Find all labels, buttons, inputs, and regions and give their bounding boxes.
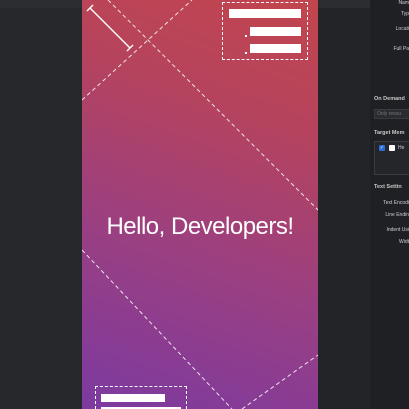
text-line-bar <box>229 9 301 18</box>
canvas-gutter <box>318 0 370 409</box>
device-preview-canvas[interactable]: Hello, Developers! <box>82 0 318 409</box>
layout-guides <box>82 0 318 409</box>
bullet-dot <box>245 52 247 54</box>
text-line-bar <box>250 27 301 36</box>
guide-line <box>82 0 193 101</box>
alignment-box-top-right[interactable] <box>222 2 308 60</box>
target-membership-list[interactable]: ✓ He <box>374 141 409 175</box>
indent-using-label: Indent Usi <box>386 227 409 233</box>
target-membership-section-title: Target Mem <box>374 130 405 136</box>
target-name-label: He <box>398 145 405 151</box>
target-checkbox[interactable]: ✓ <box>379 145 385 151</box>
line-endings-label: Line Endin <box>385 212 409 218</box>
file-inspector: Nam Typ Locati Full Pa On Demand Only re… <box>370 0 409 409</box>
inspector-location-label: Locati <box>395 26 409 32</box>
measure-indicator <box>86 4 134 52</box>
widths-label: Widt <box>399 239 409 245</box>
on-demand-section-title: On Demand <box>374 96 405 102</box>
guide-line <box>241 354 318 409</box>
navigator-area <box>0 0 82 409</box>
inspector-name-label: Nam <box>398 0 409 6</box>
app-icon <box>389 145 395 151</box>
on-demand-tags-input[interactable]: Only resou <box>374 109 409 119</box>
text-line-bar <box>101 394 165 402</box>
text-encoding-label: Text Encodi <box>383 200 409 206</box>
xcode-window: Hello, Developers! Nam Typ Locati Full P… <box>0 0 409 409</box>
toolbar-strip <box>0 0 82 8</box>
inspector-full-path-label: Full Pa <box>393 46 409 52</box>
text-line-bar <box>250 44 301 53</box>
toolbar-strip <box>318 0 370 8</box>
headline-label[interactable]: Hello, Developers! <box>82 213 318 241</box>
text-settings-section-title: Text Settin <box>374 184 402 190</box>
alignment-box-bottom-left[interactable] <box>95 386 187 409</box>
inspector-type-label: Typ <box>400 11 409 17</box>
bullet-dot <box>245 35 247 37</box>
